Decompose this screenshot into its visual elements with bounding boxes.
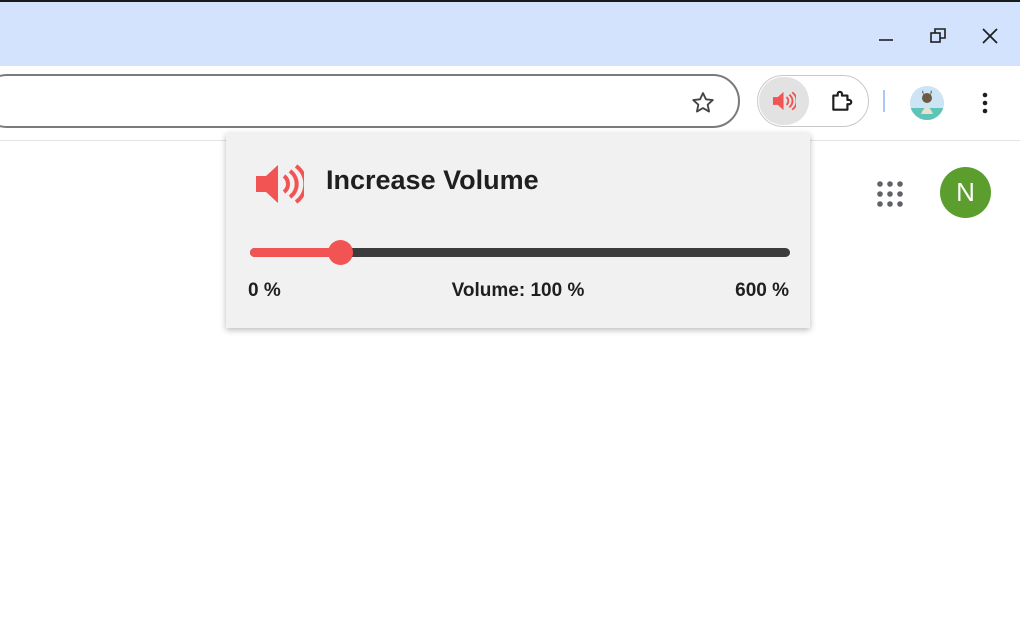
volume-max-label: 600 % bbox=[735, 280, 789, 301]
profile-button[interactable] bbox=[910, 86, 944, 120]
volume-slider[interactable] bbox=[250, 240, 790, 265]
browser-toolbar bbox=[0, 66, 1020, 141]
increase-volume-extension-button[interactable] bbox=[759, 77, 809, 125]
profile-avatar-icon bbox=[910, 86, 944, 120]
volume-current-label: Volume: 100 % bbox=[451, 280, 585, 301]
window-titlebar bbox=[0, 0, 1020, 66]
more-vert-icon bbox=[982, 92, 988, 114]
speaker-icon bbox=[256, 164, 304, 204]
restore-button[interactable] bbox=[918, 16, 958, 56]
puzzle-icon bbox=[832, 90, 853, 111]
popup-title: Increase Volume bbox=[326, 165, 539, 195]
address-bar[interactable] bbox=[0, 74, 740, 128]
close-icon bbox=[982, 28, 998, 44]
star-outline-icon bbox=[692, 92, 714, 113]
volume-slider-fill bbox=[250, 248, 340, 257]
minimize-button[interactable] bbox=[866, 16, 906, 56]
google-apps-button[interactable] bbox=[876, 180, 904, 208]
restore-icon bbox=[930, 28, 946, 43]
volume-slider-thumb[interactable] bbox=[328, 240, 353, 265]
minimize-icon bbox=[879, 39, 893, 41]
bookmark-button[interactable] bbox=[686, 86, 720, 120]
speaker-icon bbox=[772, 91, 796, 111]
account-initial: N bbox=[956, 177, 975, 207]
browser-menu-button[interactable] bbox=[970, 86, 1000, 120]
extensions-pill bbox=[757, 75, 869, 127]
toolbar-separator bbox=[883, 90, 885, 112]
apps-grid-icon bbox=[877, 181, 903, 207]
close-window-button[interactable] bbox=[970, 16, 1010, 56]
volume-popup: Increase Volume 0 % Volume: 100 % 600 % bbox=[226, 133, 810, 328]
extensions-menu-button[interactable] bbox=[818, 77, 866, 125]
account-avatar[interactable]: N bbox=[940, 167, 991, 218]
